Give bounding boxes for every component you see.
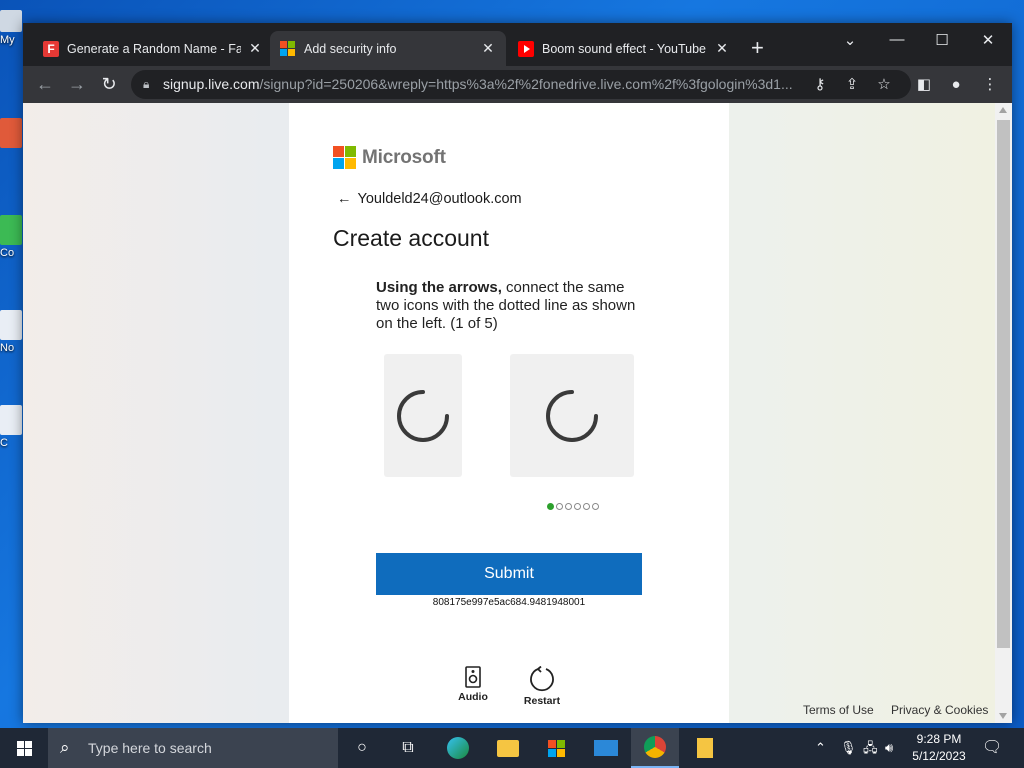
browser-window: F Generate a Random Name - Fake ✕ Add se… xyxy=(23,23,1012,723)
restart-label: Restart xyxy=(523,695,561,707)
microphone-icon[interactable]: 🎙︎ xyxy=(840,728,857,768)
back-arrow-icon[interactable]: ← xyxy=(337,191,352,207)
store-icon[interactable] xyxy=(532,728,580,768)
url-path: /signup?id=250206&wreply=https%3a%2f%2fo… xyxy=(259,76,793,92)
progress-dot xyxy=(592,503,599,510)
desktop-icon-file[interactable]: C xyxy=(0,405,24,449)
taskbar: ⌕ Type here to search ○ ⧉ ⌃ 🎙︎ 🖧 🔊︎ 9:28… xyxy=(0,728,1024,768)
challenge-example-tile xyxy=(384,354,462,477)
tab-title: Boom sound effect - YouTube xyxy=(542,41,707,56)
side-panel-icon[interactable]: ◧ xyxy=(914,75,934,95)
page-viewport: Microsoft ← Youldeld24@outlook.com Create… xyxy=(23,103,995,723)
file-explorer-icon[interactable] xyxy=(484,728,532,768)
start-button[interactable] xyxy=(0,728,48,768)
close-icon[interactable]: ✕ xyxy=(247,40,263,57)
progress-dot xyxy=(574,503,581,510)
scroll-up-icon[interactable] xyxy=(999,107,1007,113)
desktop-icon-notepad[interactable]: No xyxy=(0,310,24,354)
scroll-down-icon[interactable] xyxy=(999,713,1007,719)
desktop-icon-chrome[interactable]: Co xyxy=(0,215,24,259)
tab-search-chevron-icon[interactable]: ⌄ xyxy=(838,31,862,49)
back-arrow-icon[interactable]: ← xyxy=(35,75,55,95)
progress-dot-current xyxy=(547,503,554,510)
tab-title: Add security info xyxy=(304,41,397,56)
audio-button[interactable]: Audio xyxy=(448,666,498,703)
profile-icon[interactable]: ● xyxy=(946,75,966,95)
close-icon[interactable]: ✕ xyxy=(480,40,496,57)
identity-email: Youldeld24@outlook.com xyxy=(357,191,522,207)
url-host: signup.live.com xyxy=(163,76,260,92)
reload-icon[interactable]: ↻ xyxy=(99,75,119,95)
speaker-icon xyxy=(465,666,481,688)
signup-card: Microsoft ← Youldeld24@outlook.com Create… xyxy=(289,103,729,723)
terms-of-use-link[interactable]: Terms of Use xyxy=(803,703,874,717)
edge-icon[interactable] xyxy=(434,728,482,768)
challenge-instructions: Using the arrows, connect the same two i… xyxy=(376,279,646,333)
notifications-icon[interactable]: 🗨︎ xyxy=(982,728,1002,768)
restart-icon xyxy=(530,666,554,692)
page-title: Create account xyxy=(333,225,489,251)
address-bar[interactable]: 🔒︎ signup.live.com/signup?id=250206&wrep… xyxy=(131,70,911,99)
windows-logo-icon xyxy=(16,740,32,756)
browser-toolbar: ← → ↻ 🔒︎ signup.live.com/signup?id=25020… xyxy=(23,66,1012,103)
microsoft-icon xyxy=(280,40,296,57)
tab-title: Generate a Random Name - Fake xyxy=(67,41,241,56)
cortana-icon[interactable]: ○ xyxy=(338,728,386,768)
search-icon: ⌕ xyxy=(60,738,70,757)
tab-add-security-info[interactable]: Add security info ✕ xyxy=(270,31,506,66)
privacy-cookies-link[interactable]: Privacy & Cookies xyxy=(891,703,988,717)
clock-time: 9:28 PM xyxy=(916,732,962,746)
taskbar-search[interactable]: ⌕ Type here to search xyxy=(48,728,338,768)
instruction-bold: Using the arrows, xyxy=(376,279,502,296)
logo-text: Microsoft xyxy=(362,146,446,168)
mail-icon[interactable] xyxy=(582,728,630,768)
menu-kebab-icon[interactable]: ⋮ xyxy=(980,75,1000,95)
desktop-icon-app[interactable] xyxy=(0,118,24,150)
progress-dot xyxy=(565,503,572,510)
show-hidden-icons-chevron-icon[interactable]: ⌃ xyxy=(815,728,826,768)
notepad-icon[interactable] xyxy=(681,728,729,768)
share-icon[interactable]: ⇪ xyxy=(842,75,862,95)
close-icon[interactable]: ✕ xyxy=(714,40,730,57)
key-icon[interactable]: ⚷ xyxy=(810,75,830,95)
tab-random-name[interactable]: F Generate a Random Name - Fake ✕ xyxy=(33,31,273,66)
window-close-icon[interactable]: ✕ xyxy=(976,31,1000,49)
session-id: 808175e997e5ac684.9481948001 xyxy=(432,597,586,608)
clock-date: 5/12/2023 xyxy=(912,749,966,763)
identity-banner[interactable]: ← Youldeld24@outlook.com xyxy=(337,191,522,207)
volume-icon[interactable]: 🔊︎ xyxy=(885,728,893,768)
fakenamegen-icon: F xyxy=(43,40,59,57)
progress-dot xyxy=(583,503,590,510)
maximize-icon[interactable]: ☐ xyxy=(930,31,954,49)
loading-spinner-icon xyxy=(546,389,598,442)
submit-button[interactable]: Submit xyxy=(376,553,642,595)
new-tab-button[interactable]: + xyxy=(751,37,764,59)
search-placeholder: Type here to search xyxy=(88,740,212,756)
restart-button[interactable]: Restart xyxy=(517,666,567,707)
loading-spinner-icon xyxy=(397,389,449,442)
vertical-scrollbar[interactable] xyxy=(995,103,1012,723)
challenge-progress-dots xyxy=(547,497,607,515)
forward-arrow-icon[interactable]: → xyxy=(67,75,87,95)
audio-label: Audio xyxy=(458,691,488,703)
tab-youtube[interactable]: Boom sound effect - YouTube ✕ xyxy=(508,31,740,66)
microsoft-logo-icon xyxy=(333,146,356,169)
lock-icon: 🔒︎ xyxy=(143,77,150,91)
microsoft-logo: Microsoft xyxy=(333,146,446,169)
network-icon[interactable]: 🖧 xyxy=(863,728,878,768)
minimize-icon[interactable]: — xyxy=(885,31,909,48)
chrome-icon[interactable] xyxy=(631,728,679,768)
progress-dot xyxy=(556,503,563,510)
challenge-answer-tile[interactable] xyxy=(510,354,634,477)
scrollbar-thumb[interactable] xyxy=(997,120,1010,648)
tab-strip: F Generate a Random Name - Fake ✕ Add se… xyxy=(23,23,1012,66)
system-clock[interactable]: 9:28 PM 5/12/2023 xyxy=(906,731,972,765)
bookmark-star-icon[interactable]: ☆ xyxy=(874,75,894,95)
desktop-icon-my-computer[interactable]: My xyxy=(0,10,24,46)
youtube-icon xyxy=(518,40,534,57)
task-view-icon[interactable]: ⧉ xyxy=(384,728,432,768)
